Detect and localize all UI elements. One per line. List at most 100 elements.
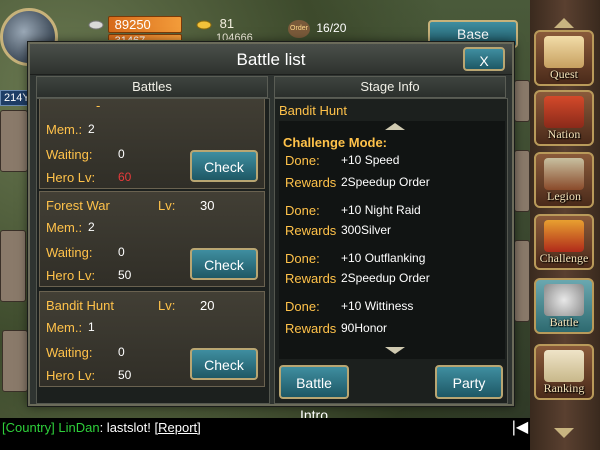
battles-list[interactable]: - Mem.: 2 Waiting: 0 Hero Lv: 60 Check F… — [36, 98, 270, 404]
silver-resource: 89250 — [88, 16, 182, 34]
map-building — [514, 80, 530, 122]
stage-info-column-header: Stage Info — [274, 76, 506, 98]
party-button[interactable]: Party — [435, 365, 503, 399]
nav-quest-label: Quest — [550, 67, 578, 81]
order-counter: Order 16/20 — [288, 20, 346, 38]
rewards-label: Rewards — [285, 175, 337, 190]
challenge-mode-list[interactable]: Challenge Mode: Done: +10 Speed Rewards … — [279, 121, 505, 359]
rewards-value: 300Silver — [341, 223, 392, 237]
chat-channel: [Country] — [2, 420, 55, 435]
rewards-label: Rewards — [285, 321, 337, 336]
chat-message: [Country] LinDan: lastslot! [Report] — [2, 420, 201, 435]
hero-level-label: Hero Lv: — [46, 368, 96, 383]
done-label: Done: — [285, 299, 320, 314]
level-value: 30 — [200, 198, 215, 213]
second-resource: 31467 — [88, 32, 182, 40]
battle-card-forest-war[interactable]: Forest War Lv: 30 Mem.: 2 Waiting: 0 Her… — [39, 191, 265, 287]
chat-bar[interactable]: [Country] LinDan: lastslot! [Report] — [0, 418, 530, 450]
waiting-value: 0 — [118, 345, 125, 359]
level-label: Lv: — [158, 298, 176, 313]
map-building — [0, 230, 26, 302]
rewards-label: Rewards — [285, 271, 337, 286]
gold-icon — [196, 19, 212, 31]
stage-scroll-down-icon[interactable] — [385, 347, 405, 354]
members-value: 1 — [88, 320, 95, 334]
side-navigation: Quest Nation Legion Challenge Battle Ran… — [530, 0, 600, 450]
done-value: +10 Night Raid — [341, 203, 421, 217]
waiting-value: 0 — [118, 147, 125, 161]
check-button[interactable]: Check — [190, 150, 258, 182]
stage-scroll-up-icon[interactable] — [385, 123, 405, 130]
done-label: Done: — [285, 251, 320, 266]
third-resource-amount: 104666 — [216, 32, 253, 40]
gold-amount: 81 — [219, 16, 235, 31]
chat-user[interactable]: LinDan — [58, 420, 99, 435]
report-link[interactable]: [Report] — [155, 420, 201, 435]
dialog-title: Battle list — [30, 44, 512, 75]
quest-scroll-icon — [544, 36, 584, 68]
nav-legion-label: Legion — [547, 189, 581, 203]
waiting-label: Waiting: — [46, 147, 93, 162]
done-value: +10 Speed — [341, 153, 400, 167]
members-value: 2 — [88, 122, 95, 136]
nav-battle-button[interactable]: Battle — [534, 278, 594, 334]
nav-scroll-up-icon[interactable] — [554, 18, 574, 28]
second-resource-amount: 31467 — [107, 33, 182, 40]
nav-scroll-down-icon[interactable] — [554, 428, 574, 438]
hero-level-value: 50 — [118, 368, 132, 382]
map-building — [0, 110, 28, 172]
nav-nation-label: Nation — [547, 127, 581, 141]
nav-battle-label: Battle — [549, 315, 579, 329]
top-resource-bar: 89250 81 31467 104666 Order 16/20 Base — [0, 0, 530, 66]
battle-card-partial[interactable]: - Mem.: 2 Waiting: 0 Hero Lv: 60 Check — [39, 98, 265, 189]
chat-collapse-icon[interactable]: |◀ — [510, 418, 530, 438]
rewards-value: 90Honor — [341, 321, 388, 335]
legion-icon — [544, 158, 584, 190]
rewards-value: 2Speedup Order — [341, 175, 430, 189]
hero-level-value: 50 — [118, 268, 132, 282]
stage-name: Bandit Hunt — [279, 103, 347, 118]
ranking-icon — [544, 350, 584, 382]
map-building — [514, 240, 530, 322]
waiting-label: Waiting: — [46, 245, 93, 260]
map-building — [2, 330, 28, 392]
battle-name: Bandit Hunt — [46, 298, 114, 313]
battle-name: Forest War — [46, 198, 110, 213]
rewards-label: Rewards — [285, 223, 337, 238]
nav-ranking-label: Ranking — [543, 381, 585, 395]
nav-ranking-button[interactable]: Ranking — [534, 344, 594, 400]
challenge-vs-icon — [544, 220, 584, 252]
nav-nation-button[interactable]: Nation — [534, 90, 594, 146]
battle-card-bandit-hunt[interactable]: Bandit Hunt Lv: 20 Mem.: 1 Waiting: 0 He… — [39, 291, 265, 387]
waiting-value: 0 — [118, 245, 125, 259]
food-icon — [88, 35, 104, 40]
members-label: Mem.: — [46, 122, 83, 137]
third-resource: 104666 — [200, 32, 253, 40]
check-button[interactable]: Check — [190, 348, 258, 380]
battle-axes-icon — [544, 284, 584, 316]
stage-info-panel: Bandit Hunt Challenge Mode: Done: +10 Sp… — [274, 98, 508, 423]
silver-icon — [88, 19, 104, 31]
battle-name: - — [96, 98, 101, 113]
chat-text: : lastslot! — [99, 420, 151, 435]
gold-resource: 81 — [196, 16, 234, 32]
done-value: +10 Outflanking — [341, 251, 426, 265]
waiting-label: Waiting: — [46, 345, 93, 360]
close-button[interactable]: X — [463, 47, 505, 71]
silver-amount: 89250 — [107, 16, 182, 34]
check-button[interactable]: Check — [190, 248, 258, 280]
nav-challenge-button[interactable]: Challenge — [534, 214, 594, 270]
hero-level-value: 60 — [118, 170, 132, 184]
nation-icon — [544, 96, 584, 128]
order-icon: Order — [288, 20, 310, 38]
nav-quest-button[interactable]: Quest — [534, 30, 594, 86]
battle-intro-button[interactable]: Battle Intro — [279, 365, 349, 423]
battle-list-dialog: Battle list X Battles Stage Info - Mem.:… — [28, 42, 514, 423]
hero-level-label: Hero Lv: — [46, 268, 96, 283]
members-label: Mem.: — [46, 220, 83, 235]
nav-legion-button[interactable]: Legion — [534, 152, 594, 208]
battles-column-header: Battles — [36, 76, 268, 98]
challenge-mode-title: Challenge Mode: — [283, 135, 388, 150]
members-value: 2 — [88, 220, 95, 234]
level-label: Lv: — [158, 198, 176, 213]
